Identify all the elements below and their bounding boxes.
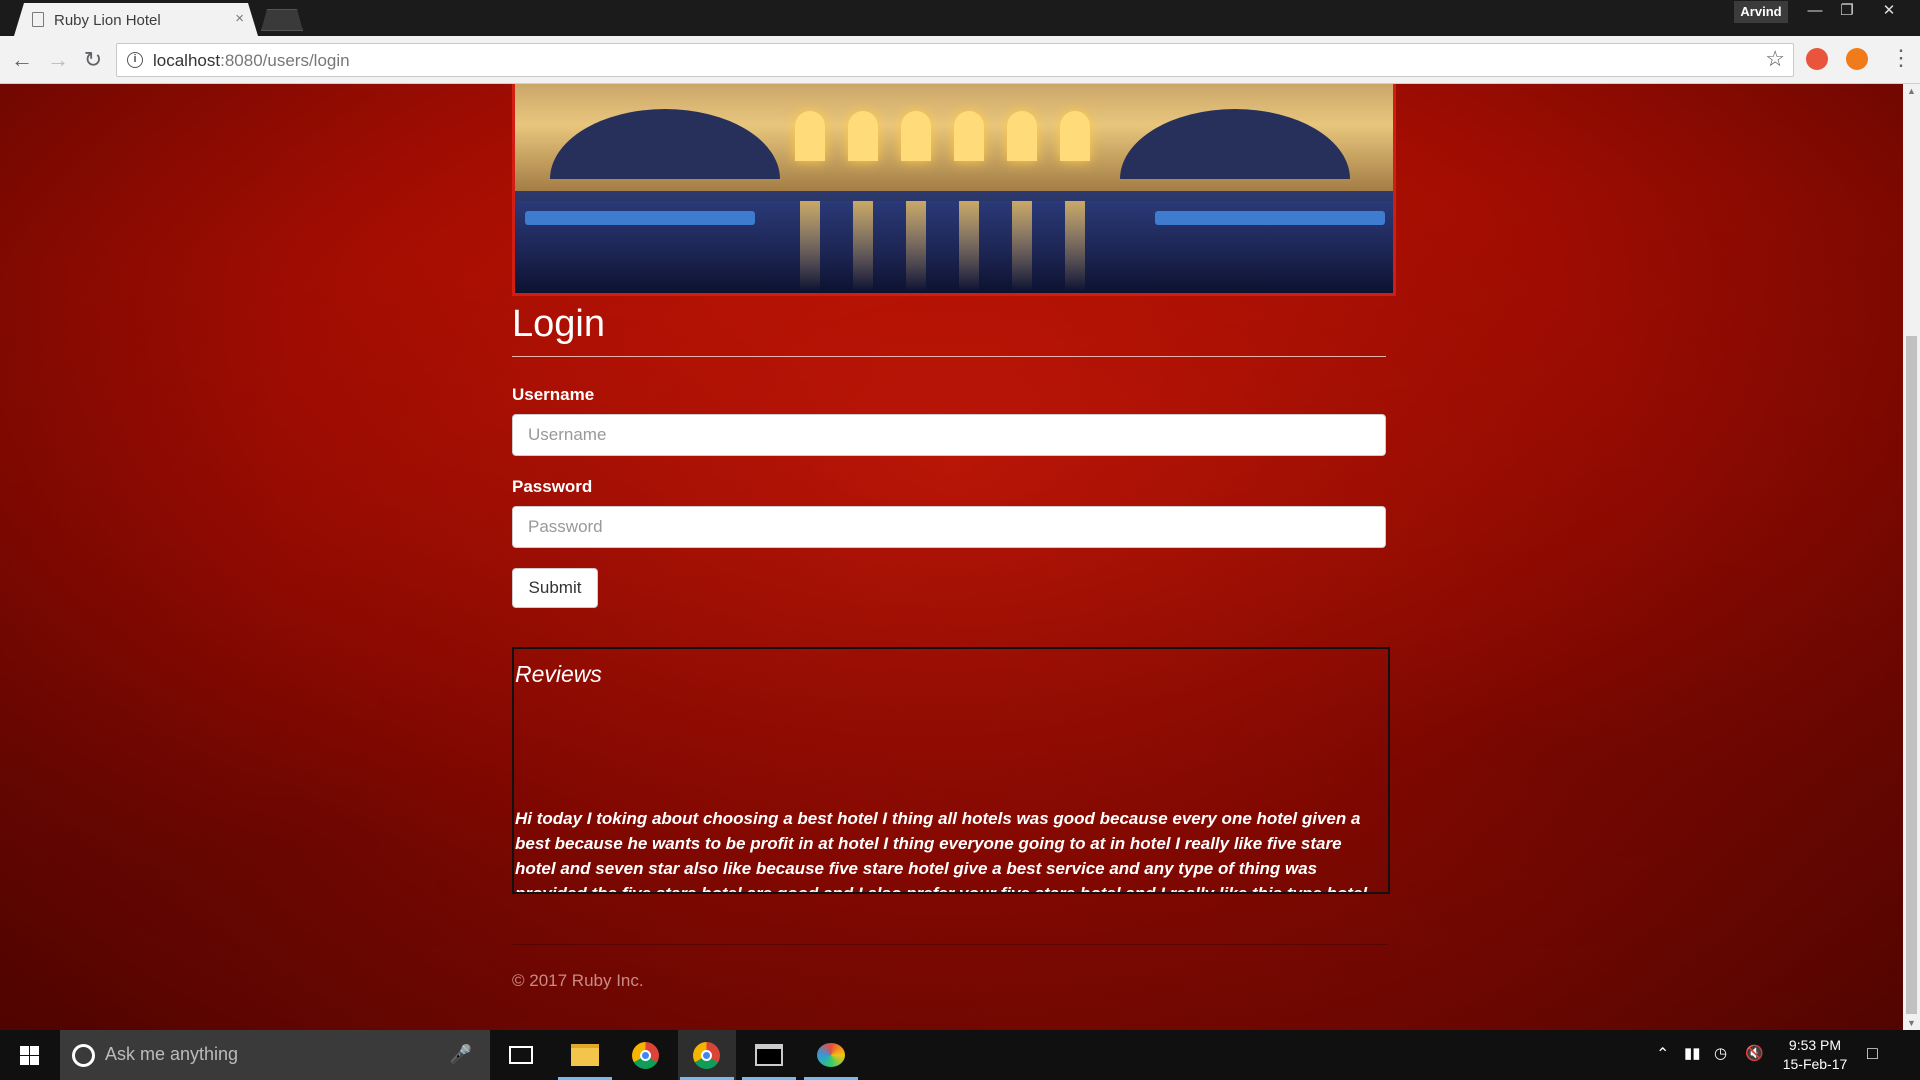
search-placeholder: Ask me anything: [105, 1044, 239, 1064]
page-title: Login: [512, 303, 605, 345]
new-tab-button[interactable]: [261, 9, 303, 31]
back-icon[interactable]: ←: [8, 46, 36, 74]
reload-icon[interactable]: ↻: [79, 46, 107, 74]
reviews-title: Reviews: [515, 661, 602, 687]
info-icon[interactable]: i: [127, 52, 143, 68]
paint-icon[interactable]: [802, 1030, 860, 1080]
reviews-panel[interactable]: Reviews Hi today I toking about choosing…: [512, 647, 1390, 894]
restore-icon[interactable]: ❐: [1827, 0, 1867, 24]
notification-icon[interactable]: □: [1867, 1043, 1878, 1064]
browser-titlebar: Ruby Lion Hotel × Arvind — ❐ ✕: [0, 0, 1920, 36]
browser-tab[interactable]: Ruby Lion Hotel ×: [14, 3, 258, 36]
extension-fire-icon[interactable]: [1846, 48, 1868, 70]
address-bar[interactable]: i localhost:8080/users/login ☆: [116, 43, 1794, 77]
cortana-icon: [72, 1044, 95, 1067]
tray-expand-icon[interactable]: ⌃: [1656, 1044, 1669, 1064]
password-input[interactable]: [512, 506, 1386, 548]
terminal-icon[interactable]: [740, 1030, 798, 1080]
submit-button[interactable]: Submit: [512, 568, 598, 608]
footer-copyright: © 2017 Ruby Inc.: [512, 971, 644, 990]
forward-icon[interactable]: →: [44, 46, 72, 74]
scroll-up-icon[interactable]: ▲: [1903, 86, 1920, 96]
volume-icon[interactable]: 🔇: [1745, 1044, 1764, 1062]
file-explorer-icon[interactable]: [556, 1030, 614, 1080]
username-label: Username: [512, 385, 595, 404]
task-view-icon[interactable]: [492, 1030, 550, 1080]
clock-date: 15-Feb-17: [1782, 1056, 1848, 1072]
chrome-icon[interactable]: [617, 1030, 675, 1080]
star-icon[interactable]: ☆: [1765, 46, 1785, 72]
windows-taskbar: Ask me anything 🎤 ⌃ ▮▮ ◷ 🔇 9:53 PM 15-Fe…: [0, 1030, 1920, 1080]
clock-time: 9:53 PM: [1788, 1037, 1842, 1053]
browser-toolbar: ← → ↻ i localhost:8080/users/login ☆ ⋮: [0, 36, 1920, 84]
taskbar-clock[interactable]: 9:53 PM 15-Feb-17: [1770, 1036, 1860, 1074]
battery-icon[interactable]: ▮▮: [1684, 1044, 1701, 1062]
footer-divider: [512, 944, 1388, 945]
scroll-down-icon[interactable]: ▼: [1903, 1018, 1920, 1028]
tab-close-icon[interactable]: ×: [235, 10, 244, 27]
mic-icon[interactable]: 🎤: [450, 1044, 472, 1065]
extension-icon[interactable]: [1806, 48, 1828, 70]
page-scrollbar[interactable]: ▲ ▼: [1903, 84, 1920, 1030]
windows-start-icon[interactable]: [0, 1030, 58, 1080]
password-label: Password: [512, 477, 593, 496]
page-viewport: Login Username Password Submit Reviews H…: [0, 84, 1903, 1030]
network-icon[interactable]: ◷: [1714, 1044, 1727, 1062]
page-icon: [32, 12, 44, 27]
url-text[interactable]: localhost:8080/users/login: [153, 51, 350, 71]
scrollbar-thumb[interactable]: [1906, 336, 1917, 1014]
review-text: Hi today I toking about choosing a best …: [515, 809, 1368, 894]
tab-title: Ruby Lion Hotel: [54, 12, 161, 29]
username-input[interactable]: [512, 414, 1386, 456]
close-window-icon[interactable]: ✕: [1869, 0, 1909, 24]
cortana-search-box[interactable]: Ask me anything 🎤: [60, 1030, 490, 1080]
hotel-banner-image: [512, 84, 1396, 296]
profile-button[interactable]: Arvind: [1734, 1, 1788, 23]
title-divider: [512, 356, 1386, 357]
menu-icon[interactable]: ⋮: [1890, 45, 1912, 71]
chrome-active-icon[interactable]: [678, 1030, 736, 1080]
